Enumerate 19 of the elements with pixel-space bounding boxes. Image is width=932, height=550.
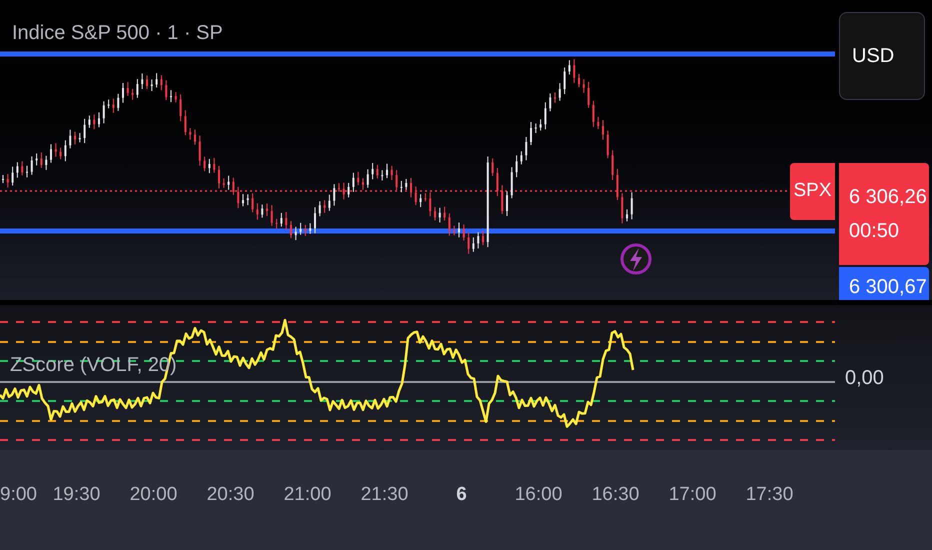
time-label: 17:00	[668, 482, 718, 507]
time-label: 9:00	[0, 482, 38, 507]
time-label: 20:30	[206, 482, 256, 507]
bar-countdown: 00:50	[849, 219, 900, 244]
time-label: 19:30	[52, 482, 102, 507]
time-label: 20:00	[128, 482, 178, 507]
chart-title: Indice S&P 500 · 1 · SP	[12, 21, 223, 46]
day-label: 6	[455, 482, 468, 507]
zero-value: 0,00	[845, 366, 884, 390]
time-label: 17:30	[744, 482, 794, 507]
time-label: 21:30	[360, 482, 410, 507]
time-label: 16:30	[590, 482, 640, 507]
currency-button[interactable]: USD	[839, 12, 925, 100]
lightning-icon	[620, 244, 652, 274]
symbol-label: SPX	[790, 163, 835, 220]
time-label: 21:00	[282, 482, 332, 507]
time-label: 16:00	[514, 482, 564, 507]
last-price: 6 306,26	[849, 185, 928, 210]
level-price-tag: 6 300,67	[839, 267, 929, 300]
